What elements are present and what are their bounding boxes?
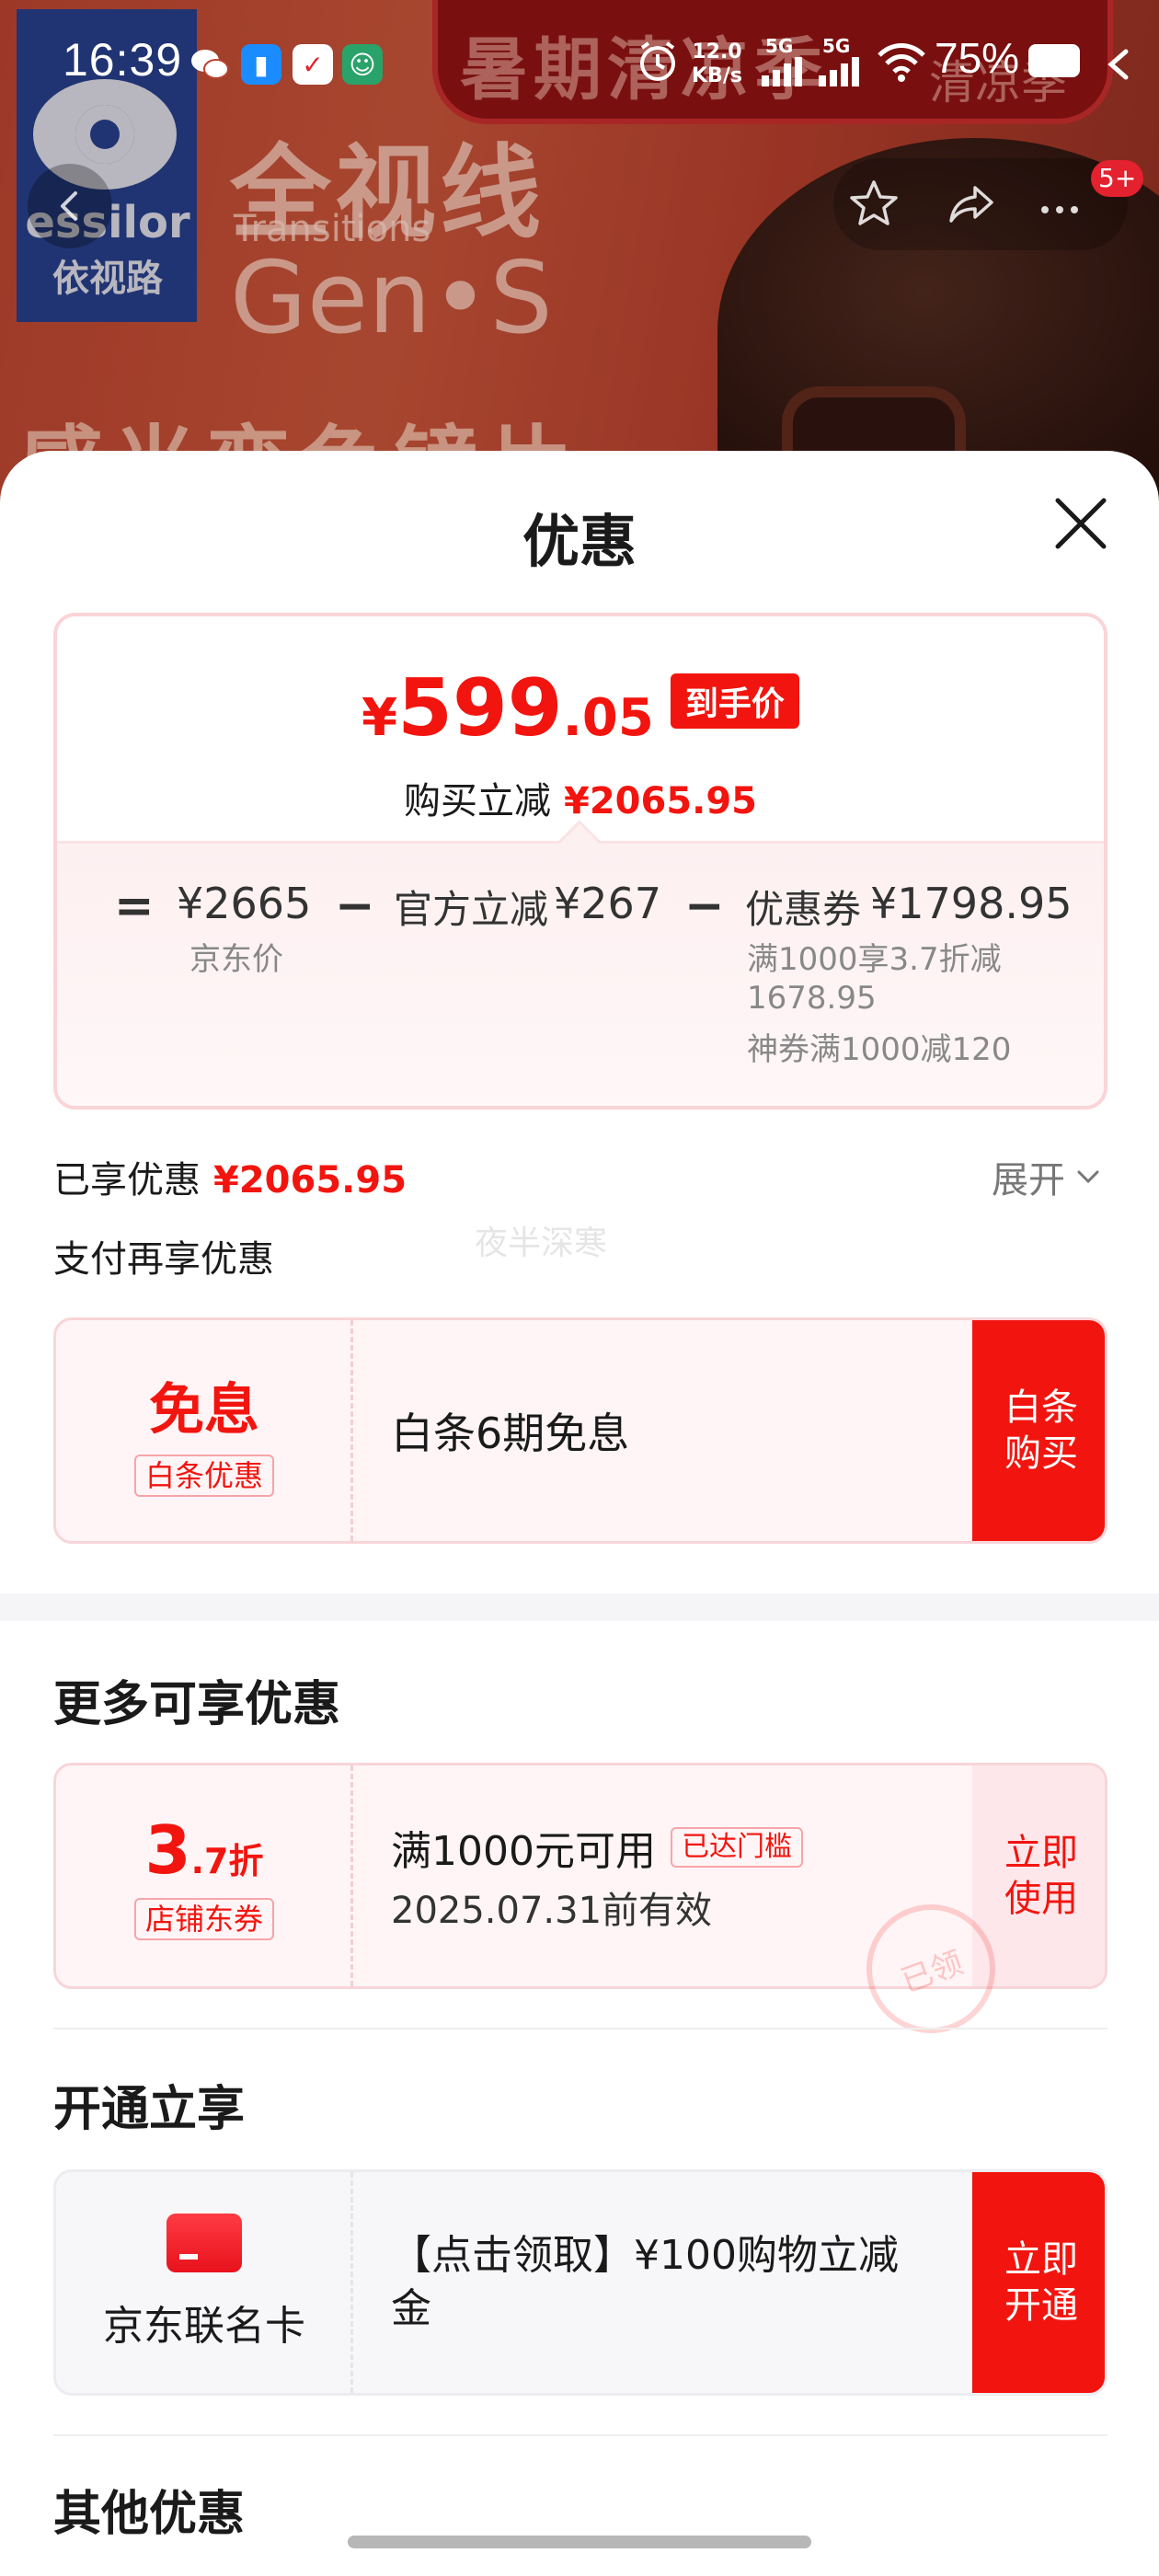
coupon-detail-line: 1678.95 <box>747 980 877 1017</box>
chevron-down-icon <box>1077 1170 1099 1184</box>
equals-sign: = <box>114 879 155 934</box>
offer-badge-title: 免息 <box>149 1377 259 1443</box>
minus-sign: − <box>335 879 375 934</box>
signal-bars-icon <box>819 57 859 86</box>
saving-amount: ¥2065.95 <box>563 780 758 822</box>
watermark: 夜半深寒 <box>475 1225 608 1262</box>
baitiao-offer-card[interactable]: 免息 白条优惠 白条6期免息 白条购买 <box>53 1317 1107 1544</box>
pay-more-label: 支付再享优惠 <box>53 1238 274 1281</box>
signal-2: 5G <box>817 37 865 90</box>
chevron-left-icon[interactable] <box>1100 46 1137 83</box>
share-icon <box>949 186 993 223</box>
card-name: 京东联名卡 <box>103 2303 305 2350</box>
close-icon[interactable] <box>1049 491 1113 556</box>
dashed-divider <box>350 1320 353 1541</box>
final-price: ¥ 599 .05 到手价 <box>57 662 1104 754</box>
share-button[interactable] <box>938 171 1004 237</box>
signal-1: 5G <box>760 37 808 90</box>
coupon-content: 满1000元可用 已达门槛 2025.07.31前有效 <box>391 1765 943 1986</box>
offer-badge: 免息 白条优惠 <box>56 1320 352 1541</box>
battery-icon <box>1028 44 1080 77</box>
coupon-discount-label: 优惠券 <box>745 887 862 932</box>
open-card-button[interactable]: 立即开通 <box>972 2172 1105 2393</box>
more-button[interactable] <box>1027 171 1093 237</box>
coupon-detail-line: 满1000享3.7折减 <box>747 941 1002 978</box>
jd-price: ¥2665 <box>177 879 312 928</box>
message-count-badge: 5+ <box>1091 160 1144 197</box>
dashed-divider <box>350 2172 353 2393</box>
dashed-divider <box>350 1765 353 1986</box>
offer-title: 白条6期免息 <box>391 1409 630 1458</box>
coupon-discount-amount: ¥1798.95 <box>870 879 1073 928</box>
baitiao-buy-button[interactable]: 白条购买 <box>972 1320 1105 1541</box>
wechat-icon <box>189 44 230 85</box>
coupon-type-tag: 店铺东券 <box>133 1898 274 1940</box>
final-price-tag: 到手价 <box>670 673 799 729</box>
favorite-button[interactable] <box>841 171 907 237</box>
open-offers-title: 开通立享 <box>53 2082 246 2137</box>
coupon-detail-line: 神券满1000减120 <box>747 1031 1012 1068</box>
net-speed: 12.0 KB/s <box>692 40 742 87</box>
currency-symbol: ¥ <box>361 688 398 748</box>
price-integer: 599 <box>397 662 563 754</box>
chevron-left-icon <box>61 191 77 221</box>
back-button[interactable] <box>28 164 112 248</box>
card-offer-content: 【点击领取】¥100购物立减金 <box>391 2172 943 2393</box>
wifi-icon <box>878 43 925 82</box>
section-divider <box>53 2028 1107 2030</box>
price-decimal: .05 <box>562 688 654 748</box>
offer-badge-tag: 白条优惠 <box>133 1454 274 1497</box>
enjoyed-label: 已享优惠 <box>53 1159 201 1202</box>
price-formula: = ¥2665 京东价 − 官方立减 ¥267 − 优惠券 ¥1798.95 满… <box>57 841 1104 1106</box>
coupon-discount: 3.7折 <box>144 1811 264 1889</box>
enjoyed-amount: ¥2065.95 <box>213 1159 407 1202</box>
status-bar: 16:39 ▮ ✓ ☺ 12.0 KB/s 5G 5G 75% <box>0 0 1159 129</box>
final-price-area: ¥ 599 .05 到手价 购买立减 ¥2065.95 <box>57 616 1104 841</box>
expand-button[interactable]: 展开 <box>992 1150 1102 1203</box>
official-discount-amount: ¥267 <box>554 879 662 928</box>
more-offers-title: 更多可享优惠 <box>53 1677 341 1732</box>
jd-app-icon: ✓ <box>293 44 333 85</box>
signal-bars-icon <box>762 57 802 86</box>
jd-price-label: 京东价 <box>189 941 283 978</box>
offer-content: 白条6期免息 <box>391 1320 943 1541</box>
co-branded-card-offer[interactable]: 京东联名卡 【点击领取】¥100购物立减金 立即开通 <box>53 2169 1107 2396</box>
other-offers-title: 其他优惠 <box>53 2487 246 2542</box>
coupon-validity: 2025.07.31前有效 <box>391 1890 713 1932</box>
saving-label: 购买立减 <box>403 780 551 822</box>
home-indicator[interactable] <box>348 2536 811 2548</box>
avatar-app-icon: ☺ <box>342 44 383 85</box>
minus-sign: − <box>684 879 725 934</box>
status-time: 16:39 <box>63 34 183 86</box>
expand-label: 展开 <box>992 1159 1065 1202</box>
threshold-reached-badge: 已达门槛 <box>670 1827 803 1868</box>
coupon-condition-row: 满1000元可用 已达门槛 <box>391 1818 943 1877</box>
saving-line: 购买立减 ¥2065.95 <box>57 771 1104 824</box>
more-dots-icon <box>1041 206 1078 213</box>
coupon-badge: 3.7折 店铺东券 <box>56 1765 352 1986</box>
official-discount-label: 官方立减 <box>394 887 549 932</box>
section-divider <box>53 2434 1107 2436</box>
price-breakdown-card: ¥ 599 .05 到手价 购买立减 ¥2065.95 = ¥2665 京东价 −… <box>53 613 1107 1110</box>
battery-level: 75% <box>935 34 1020 82</box>
credit-card-icon <box>166 2214 242 2272</box>
alarm-icon <box>640 41 675 81</box>
star-icon <box>850 180 898 225</box>
enjoyed-discount: 已享优惠 ¥2065.95 <box>53 1150 407 1203</box>
sheet-title: 优惠 <box>522 508 637 575</box>
coupon-condition: 满1000元可用 <box>391 1828 656 1875</box>
section-gap <box>0 1593 1159 1621</box>
discount-sheet: 优惠 ¥ 599 .05 到手价 购买立减 ¥2065.95 = ¥2665 京东… <box>0 451 1159 2576</box>
phone-app-icon: ▮ <box>241 44 281 85</box>
card-offer-desc: 【点击领取】¥100购物立减金 <box>391 2232 899 2332</box>
card-badge: 京东联名卡 <box>56 2172 352 2393</box>
